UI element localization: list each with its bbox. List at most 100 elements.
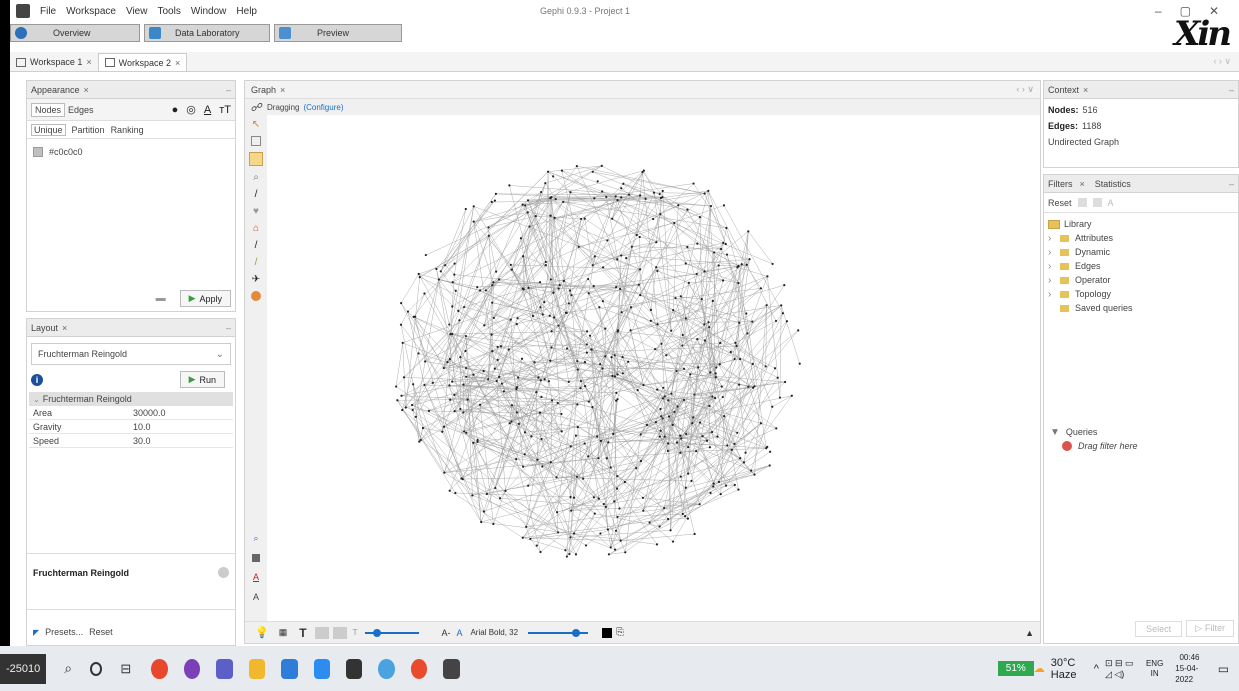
run-button[interactable]: ▶ Run [179,371,225,388]
drag-filter-row[interactable]: Drag filter here [1050,439,1138,453]
menu-view[interactable]: View [126,6,148,17]
filter-category-item[interactable]: Saved queries [1048,301,1234,315]
weather-text[interactable]: 30°C Haze [1051,657,1088,681]
menu-tools[interactable]: Tools [157,6,180,17]
reset-button[interactable]: Reset [89,627,113,637]
color-row[interactable]: #c0c0c0 [27,139,235,165]
edge-scale-slider[interactable] [528,628,589,637]
filter-category-item[interactable]: › Operator [1048,273,1234,287]
configure-link[interactable]: (Configure) [303,103,343,112]
language-top[interactable]: ENG [1146,659,1163,669]
filter-category-item[interactable]: › Attributes [1048,231,1234,245]
shortest-path-icon[interactable]: ✈ [252,274,260,285]
layout-algorithm-select[interactable]: Fruchterman Reingold ⌄ [31,343,231,365]
minimize-icon[interactable]: – [1229,179,1234,189]
label-size-icon[interactable]: ᴛT [219,104,231,116]
chevron-right-icon[interactable]: › [1048,247,1056,258]
label-size-slider[interactable] [365,628,420,637]
menu-workspace[interactable]: Workspace [66,6,116,17]
tab-statistics[interactable]: Statistics [1095,179,1131,189]
close-icon[interactable]: × [86,57,91,67]
menu-help[interactable]: Help [236,6,257,17]
label-size-icon[interactable]: A [253,592,259,602]
chevron-right-icon[interactable]: › [1048,261,1056,272]
terminal-icon[interactable] [345,658,363,679]
zoom-icon[interactable]: ⌕ [253,533,258,544]
close-icon[interactable]: × [1083,85,1088,95]
select-arrow-icon[interactable]: ↖ [252,119,260,130]
info-icon[interactable]: i [31,373,43,386]
font-size-down-icon[interactable]: A- [441,628,450,638]
gephi-taskbar-icon[interactable] [443,658,460,679]
help-icon[interactable] [218,567,229,578]
tab-ranking[interactable]: Ranking [111,125,144,135]
color-swatch[interactable] [33,147,43,157]
teams-icon[interactable] [216,658,233,679]
tray-icons[interactable]: ⊡ ⊟ ▭ ◿ ◁) [1105,658,1140,680]
notifications-icon[interactable]: ▭ [1218,662,1229,676]
minimize-icon[interactable]: – [1155,4,1162,18]
network-graph[interactable] [267,115,1040,623]
close-icon[interactable]: × [175,58,180,68]
tab-edges[interactable]: Edges [65,104,97,116]
filter-category-item[interactable]: › Edges [1048,259,1234,273]
close-icon[interactable]: × [1080,179,1085,189]
properties-section-header[interactable]: ⌄ Fruchterman Reingold [29,392,233,406]
property-value[interactable]: 10.0 [133,422,151,432]
presets-button[interactable]: Presets... [45,627,83,637]
heart-icon[interactable]: ♥ [253,206,259,217]
font-icon[interactable]: T [353,628,358,637]
color-icon[interactable]: ● [172,104,179,116]
painter-icon[interactable]: / [255,189,258,200]
tab-workspace-2[interactable]: Workspace 2 × [97,53,188,71]
text-icon[interactable]: T [299,626,306,640]
reset-icon[interactable]: ▬ [156,293,166,304]
clock-time[interactable]: 00:46 [1179,652,1199,663]
close-icon[interactable]: × [280,85,285,95]
property-row[interactable]: Speed 30.0 [29,434,233,448]
close-icon[interactable]: × [84,85,89,95]
edge-pencil-icon[interactable]: / [255,257,258,268]
label-color-icon[interactable]: A [204,104,211,116]
auto-refresh-icon[interactable]: A [1108,198,1114,208]
minimize-icon[interactable]: – [1229,85,1234,95]
lasso-icon[interactable]: ⌕ [253,172,259,183]
expand-icon[interactable]: ▲ [1025,628,1034,638]
library-node[interactable]: Library [1048,217,1234,231]
filter-button[interactable]: ▷ Filter [1186,620,1234,637]
tab-data-laboratory[interactable]: Data Laboratory [144,24,270,42]
tab-unique[interactable]: Unique [31,123,66,136]
app-red-icon[interactable] [410,658,428,679]
minimize-icon[interactable]: – [226,85,231,95]
apply-button[interactable]: ▶ Apply [179,290,231,307]
search-icon[interactable]: ⌕ [64,660,72,677]
filter-category-item[interactable]: › Topology [1048,287,1234,301]
filters-reset-button[interactable]: Reset [1048,198,1072,208]
tray-chevron-icon[interactable]: ^ [1094,663,1099,675]
chevron-right-icon[interactable]: › [1048,233,1056,244]
copy-icon[interactable]: ⎘ [616,627,624,638]
label-color-icon[interactable]: A [253,572,259,582]
font-label[interactable]: Arial Bold, 32 [470,628,518,637]
property-row[interactable]: Gravity 10.0 [29,420,233,434]
drag-tool-icon[interactable] [249,152,263,166]
app-blue-icon[interactable] [281,658,298,679]
tab-workspace-1[interactable]: Workspace 1 × [10,53,98,71]
menu-window[interactable]: Window [191,6,227,17]
save-icon[interactable] [1077,198,1087,207]
screenshot-icon[interactable]: ▦ [279,627,288,638]
heat-map-icon[interactable] [251,291,261,301]
tab-filters[interactable]: Filters × [1048,179,1085,189]
node-label-toggle-icon[interactable] [314,626,329,639]
cortana-icon[interactable] [90,661,103,676]
pencil-icon[interactable]: / [255,240,258,251]
chevron-right-icon[interactable]: › [1048,289,1056,300]
minimize-icon[interactable]: – [226,323,231,333]
battery-indicator[interactable]: 51% [997,661,1034,676]
light-bulb-icon[interactable]: 💡 [255,626,269,639]
house-icon[interactable]: ⌂ [253,223,259,234]
property-value[interactable]: 30000.0 [133,408,166,418]
background-color-icon[interactable] [252,554,260,562]
chevron-right-icon[interactable]: › [1048,275,1056,286]
edge-label-toggle-icon[interactable] [332,626,347,639]
